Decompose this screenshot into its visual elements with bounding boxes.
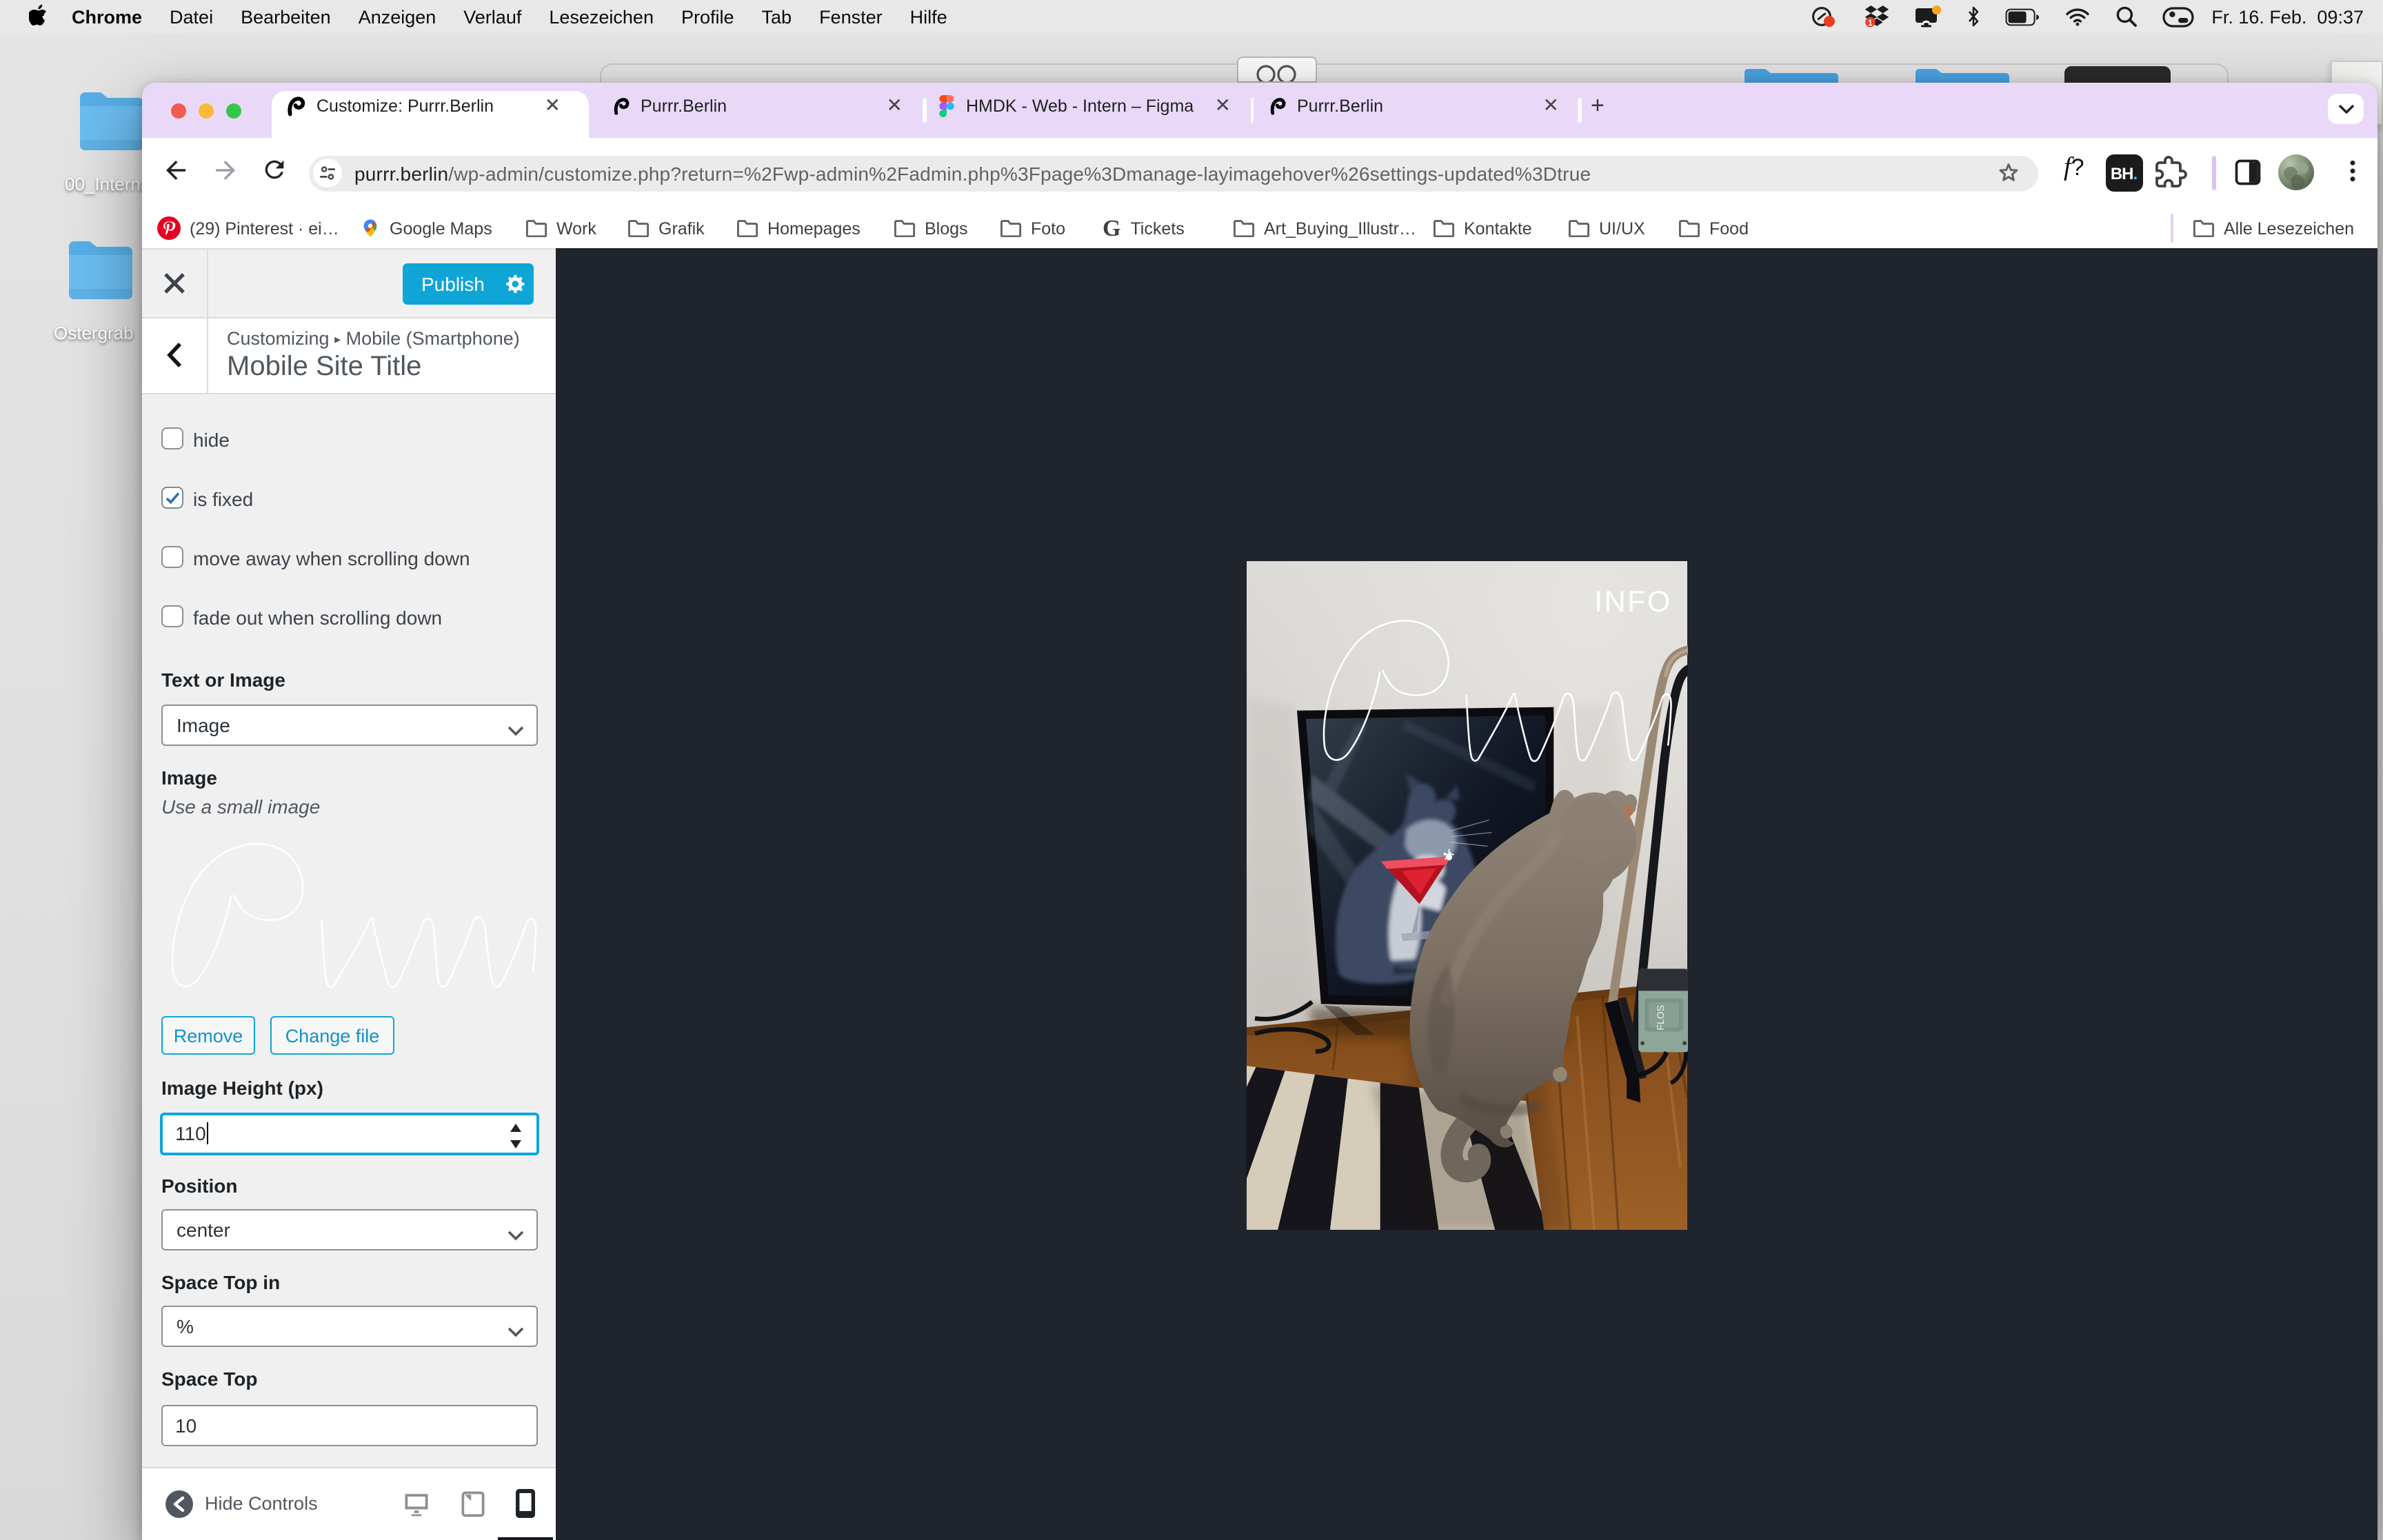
svg-text:FLOS: FLOS xyxy=(1655,1004,1666,1029)
svg-text:1: 1 xyxy=(1868,19,1873,28)
svg-text:INFO: INFO xyxy=(1594,585,1672,618)
